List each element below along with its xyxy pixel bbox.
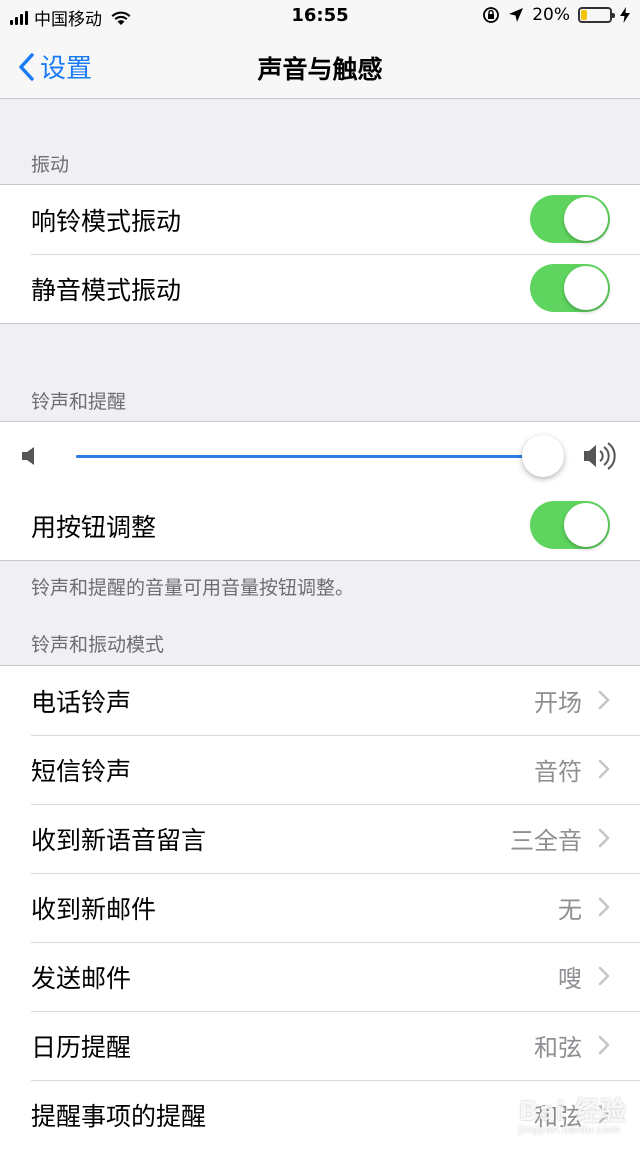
row-label: 响铃模式振动 xyxy=(31,206,182,236)
row-value: 无 xyxy=(558,896,582,924)
row-sent-mail[interactable]: 发送邮件 嗖 xyxy=(0,942,640,1011)
row-label: 提醒事项的提醒 xyxy=(31,1101,207,1131)
vibration-group: 响铃模式振动 静音模式振动 xyxy=(0,184,640,324)
row-new-mail[interactable]: 收到新邮件 无 xyxy=(0,873,640,942)
row-label: 发送邮件 xyxy=(31,963,132,993)
row-value: 嗖 xyxy=(558,965,582,993)
status-bar: 中国移动 16:55 20% xyxy=(0,0,640,34)
volume-low-icon xyxy=(22,447,34,465)
volume-slider[interactable] xyxy=(76,435,564,477)
silent-vibrate-toggle[interactable] xyxy=(530,264,610,312)
chevron-right-icon xyxy=(598,1035,610,1055)
battery-icon xyxy=(578,7,615,23)
orientation-lock-icon xyxy=(483,7,500,23)
row-change-with-buttons: 用按钮调整 xyxy=(0,491,640,560)
page-title: 声音与触感 xyxy=(257,55,383,84)
row-value: 和弦 xyxy=(534,1034,582,1062)
ringer-footer-note: 铃声和提醒的音量可用音量按钮调整。 xyxy=(31,577,355,599)
row-ringtone[interactable]: 电话铃声 开场 xyxy=(0,666,640,735)
ring-vibrate-toggle[interactable] xyxy=(530,195,610,243)
row-value: 音符 xyxy=(534,758,582,786)
status-right-group: 20% xyxy=(482,5,630,25)
volume-slider-thumb[interactable] xyxy=(521,435,564,477)
sounds-group: 电话铃声 开场 短信铃声 音符 收到新语音留言 三全音 收到新邮件 无 发送邮件… xyxy=(0,665,640,1149)
toggle-knob xyxy=(564,503,608,547)
toggle-knob xyxy=(564,197,608,241)
row-value: 开场 xyxy=(534,689,582,717)
row-label: 收到新语音留言 xyxy=(31,825,207,855)
section-header-sounds: 铃声和振动模式 xyxy=(31,634,165,656)
row-silent-vibrate: 静音模式振动 xyxy=(0,254,640,323)
row-label: 短信铃声 xyxy=(31,756,132,786)
change-with-buttons-toggle[interactable] xyxy=(530,501,610,549)
nav-bar: 设置 声音与触感 xyxy=(0,34,640,99)
row-ring-vibrate: 响铃模式振动 xyxy=(0,185,640,254)
baidu-watermark-url: jingyan.baidu.com xyxy=(518,1123,620,1136)
row-text-tone[interactable]: 短信铃声 音符 xyxy=(0,735,640,804)
chevron-right-icon xyxy=(598,759,610,779)
section-header-ringer: 铃声和提醒 xyxy=(31,391,127,413)
battery-percent: 20% xyxy=(532,5,570,25)
battery-fill xyxy=(581,10,587,20)
charging-icon xyxy=(620,7,630,23)
volume-slider-fill xyxy=(76,455,543,458)
row-value: 三全音 xyxy=(510,827,582,855)
toggle-knob xyxy=(564,266,608,310)
row-label: 收到新邮件 xyxy=(31,894,157,924)
volume-high-icon xyxy=(584,442,616,470)
row-label: 日历提醒 xyxy=(31,1032,132,1062)
row-label: 电话铃声 xyxy=(31,687,132,717)
row-label: 用按钮调整 xyxy=(31,512,157,542)
section-header-vibration: 振动 xyxy=(31,154,70,176)
chevron-right-icon xyxy=(598,966,610,986)
chevron-right-icon xyxy=(598,690,610,710)
location-icon xyxy=(509,8,524,22)
ringer-group: 用按钮调整 xyxy=(0,421,640,561)
volume-slider-row xyxy=(0,422,640,491)
row-calendar-alerts[interactable]: 日历提醒 和弦 xyxy=(0,1011,640,1080)
chevron-right-icon xyxy=(598,828,610,848)
row-label: 静音模式振动 xyxy=(31,275,182,305)
row-new-voicemail[interactable]: 收到新语音留言 三全音 xyxy=(0,804,640,873)
chevron-right-icon xyxy=(598,897,610,917)
